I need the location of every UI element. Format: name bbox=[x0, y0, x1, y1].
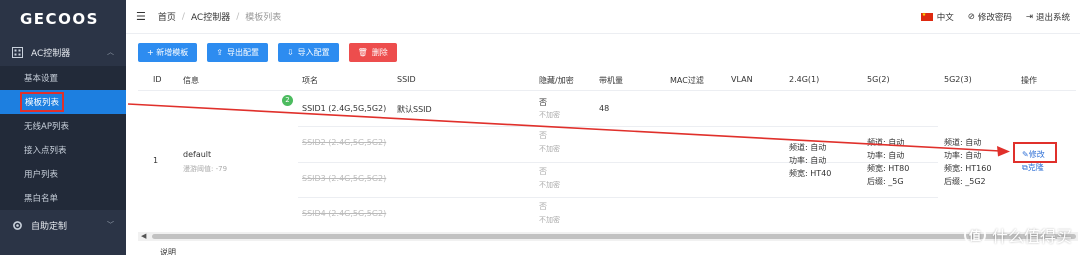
watermark: 值 什么值得买 bbox=[963, 223, 1072, 247]
annotation-arrow bbox=[127, 103, 1010, 157]
watermark-logo-icon: 值 bbox=[963, 224, 986, 246]
horizontal-scrollbar[interactable]: ◀ bbox=[138, 232, 1078, 241]
description-heading: 说明 bbox=[160, 248, 176, 255]
scroll-left-icon[interactable]: ◀ bbox=[141, 232, 146, 241]
scrollbar-thumb[interactable] bbox=[152, 234, 1076, 239]
